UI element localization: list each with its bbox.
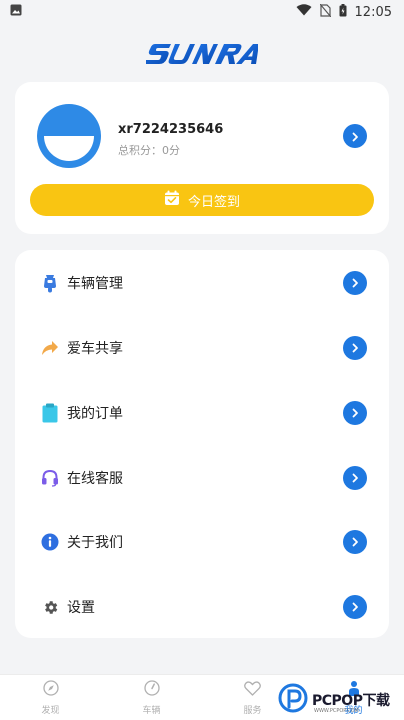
menu-item-online-support[interactable]: 在线客服 — [15, 452, 389, 504]
profile-detail-button[interactable] — [343, 124, 367, 148]
pcpop-logo-icon — [278, 683, 308, 717]
headset-icon — [39, 467, 61, 489]
chevron-right-icon[interactable] — [343, 336, 367, 360]
menu-item-my-orders[interactable]: 我的订单 — [15, 387, 389, 439]
gallery-icon — [10, 4, 22, 20]
user-points: 总积分：0分 — [118, 144, 180, 157]
checkin-label: 今日签到 — [187, 194, 240, 210]
sunra-logo — [0, 36, 404, 72]
checkin-button[interactable]: 今日签到 — [30, 184, 374, 216]
nav-label-vehicle: 车辆 — [142, 706, 161, 716]
menu-item-about-us[interactable]: 关于我们 — [15, 516, 389, 568]
menu-label-settings: 设置 — [67, 600, 95, 616]
chevron-right-icon — [350, 127, 360, 146]
clipboard-icon — [39, 402, 61, 424]
info-icon — [39, 531, 61, 553]
menu-label-online-support: 在线客服 — [67, 471, 123, 487]
status-bar: 12:05 — [0, 0, 404, 24]
menu-card: 车辆管理 爱车共享 我的订单 在线客服 关于我们 设置 — [15, 250, 389, 638]
menu-label-vehicle-management: 车辆管理 — [67, 276, 123, 292]
calendar-check-icon — [164, 190, 180, 210]
menu-item-settings[interactable]: 设置 — [15, 581, 389, 633]
heart-icon — [244, 680, 261, 700]
chevron-right-icon[interactable] — [343, 530, 367, 554]
profile-card: xr7224235646 总积分：0分 今日签到 — [15, 82, 389, 234]
chevron-right-icon[interactable] — [343, 401, 367, 425]
watermark-subtext: WWW.PCPOP.COM — [314, 708, 359, 714]
scooter-icon — [39, 272, 61, 294]
menu-label-my-orders: 我的订单 — [67, 406, 123, 422]
status-time: 12:05 — [354, 4, 392, 20]
watermark-text: PCPOP下载 — [312, 693, 390, 709]
wifi-icon — [296, 4, 312, 20]
avatar[interactable] — [37, 104, 101, 168]
menu-label-about-us: 关于我们 — [67, 535, 123, 551]
menu-item-car-sharing[interactable]: 爱车共享 — [15, 322, 389, 374]
nav-tab-vehicle[interactable]: 车辆 — [101, 675, 202, 720]
chevron-right-icon[interactable] — [343, 595, 367, 619]
share-arrow-icon — [39, 337, 61, 359]
compass-icon — [42, 680, 59, 700]
no-sim-icon — [319, 3, 331, 21]
nav-label-service: 服务 — [243, 705, 262, 716]
chevron-right-icon[interactable] — [343, 466, 367, 490]
nav-label-discover: 发现 — [41, 706, 60, 716]
battery-icon — [339, 3, 347, 21]
gear-icon — [39, 596, 61, 618]
menu-item-vehicle-management[interactable]: 车辆管理 — [15, 257, 389, 309]
chevron-right-icon[interactable] — [343, 271, 367, 295]
menu-label-car-sharing: 爱车共享 — [67, 341, 123, 357]
watermark: PCPOP下载 WWW.PCPOP.COM — [278, 682, 404, 718]
user-id: xr7224235646 — [118, 122, 224, 137]
nav-tab-discover[interactable]: 发现 — [0, 675, 101, 720]
speedometer-icon — [143, 680, 160, 700]
